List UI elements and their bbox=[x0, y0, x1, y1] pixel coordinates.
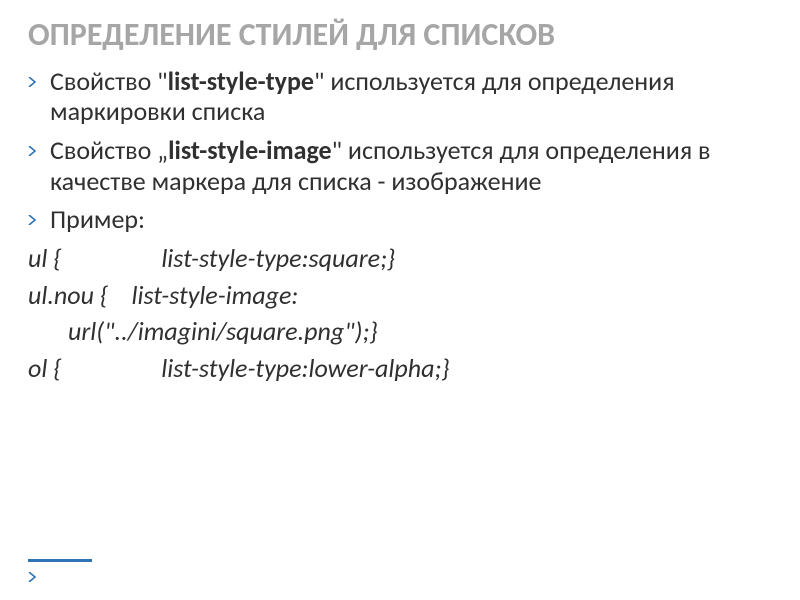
bullet-item: Пример: bbox=[28, 204, 772, 235]
code-line: ol { list-style-type:lower-alpha;} bbox=[28, 353, 772, 384]
bullet-item: Свойство „list-style-image" используется… bbox=[28, 135, 772, 196]
bullet-item: Свойство "list-style-type" используется … bbox=[28, 66, 772, 127]
chevron-right-icon bbox=[28, 146, 38, 156]
bullet-text: Пример: bbox=[50, 203, 145, 235]
chevron-right-icon bbox=[28, 572, 38, 582]
slide-body: Свойство "list-style-type" используется … bbox=[28, 66, 772, 384]
chevron-right-icon bbox=[28, 215, 38, 225]
chevron-right-icon bbox=[28, 77, 38, 87]
slide-title: ОПРЕДЕЛЕНИЕ СТИЛЕЙ ДЛЯ СПИСКОВ bbox=[28, 18, 772, 52]
bullet-text: Свойство "list-style-type" используется … bbox=[50, 65, 675, 128]
code-line: url("../imagini/square.png");} bbox=[28, 316, 772, 347]
slide: ОПРЕДЕЛЕНИЕ СТИЛЕЙ ДЛЯ СПИСКОВ Свойство … bbox=[0, 0, 800, 600]
code-line: ul.nou { list-style-image: bbox=[28, 280, 772, 311]
code-line: ul { list-style-type:square;} bbox=[28, 243, 772, 274]
bullet-text: Свойство „list-style-image" используется… bbox=[50, 134, 711, 197]
accent-divider bbox=[28, 559, 92, 562]
